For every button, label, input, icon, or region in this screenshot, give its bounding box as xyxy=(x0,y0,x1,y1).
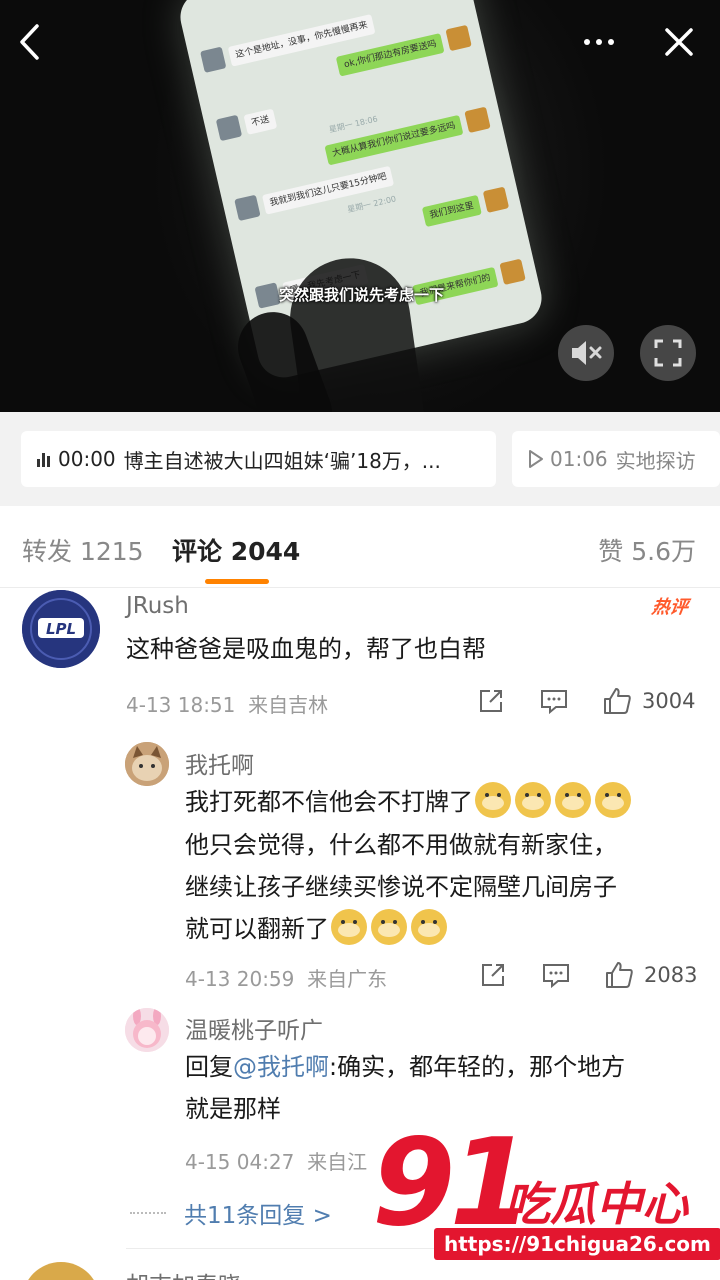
chapter-time: 01:06 xyxy=(550,447,608,471)
back-button[interactable] xyxy=(10,18,50,66)
comment-text: 他只会觉得，什么都不用做就有新家住， xyxy=(185,831,617,859)
chapter-chip-current[interactable]: 00:00 博主自述被大山四姐妹‘骗’18万，... xyxy=(21,431,496,487)
comment-time: 4-15 04:27 xyxy=(185,1150,295,1174)
more-dot xyxy=(596,39,602,45)
back-arrow-icon xyxy=(20,24,39,60)
chapter-title: 博主自述被大山四姐妹‘骗’18万，... xyxy=(123,448,441,473)
comment-text: 我打死都不信他会不打牌了 xyxy=(185,788,473,816)
comment-text: 这种爸爸是吸血鬼的，帮了也白帮 xyxy=(126,635,486,663)
comment-source: 来自江 xyxy=(307,1150,368,1174)
avatar[interactable] xyxy=(125,1008,169,1052)
avatar[interactable]: LPL xyxy=(22,590,100,668)
video-chapter-strip: 00:00 博主自述被大山四姐妹‘骗’18万，... 01:06 实地探访 xyxy=(0,412,720,506)
comment-text-line: 回复@我托啊:确实，都年轻的，那个地方 xyxy=(185,1046,625,1088)
video-subtitle: 突然跟我们说先考虑一下 xyxy=(278,286,444,304)
close-button[interactable] xyxy=(656,18,702,66)
comment-text-line: 我打死都不信他会不打牌了 xyxy=(185,781,633,823)
avatar[interactable] xyxy=(125,742,169,786)
fullscreen-icon xyxy=(654,339,682,367)
tab-repost[interactable]: 转发 1215 xyxy=(22,532,144,568)
chapter-title: 实地探访 xyxy=(615,448,696,473)
chapter-chip-next[interactable]: 01:06 实地探访 xyxy=(512,431,720,487)
mute-button[interactable] xyxy=(558,325,614,381)
doge-emoji-icon xyxy=(515,782,551,818)
doge-emoji-icon xyxy=(331,909,367,945)
comment-meta: 4-13 18:51 来自吉林 xyxy=(126,689,328,718)
more-dot xyxy=(608,39,614,45)
doge-emoji-icon xyxy=(595,782,631,818)
reply-button[interactable] xyxy=(542,962,570,988)
like-count: 2083 xyxy=(644,963,698,987)
tab-like[interactable]: 赞 5.6万 xyxy=(598,532,696,568)
comment-source: 来自广东 xyxy=(307,967,388,991)
avatar[interactable] xyxy=(22,1262,100,1280)
lpl-logo-avatar-icon: LPL xyxy=(22,590,100,668)
doge-emoji-icon xyxy=(411,909,447,945)
comment-icon xyxy=(541,690,567,714)
commenter-name[interactable]: 胡吉加春晓 xyxy=(126,1266,241,1280)
reply-button[interactable] xyxy=(540,688,568,714)
svg-text:LPL: LPL xyxy=(46,620,76,638)
tab-comment[interactable]: 评论 2044 xyxy=(172,532,300,568)
comment-text: 就是那样 xyxy=(185,1095,281,1123)
share-icon xyxy=(482,964,504,986)
comment-source: 来自吉林 xyxy=(248,693,329,717)
tab-active-indicator xyxy=(205,579,269,584)
interaction-tabs: 转发 1215 评论 2044 赞 5.6万 xyxy=(0,506,720,588)
fullscreen-button[interactable] xyxy=(640,325,696,381)
dotted-divider xyxy=(130,1212,166,1214)
watermark-brand: 吃瓜中心 xyxy=(504,1177,688,1231)
comment-text: 继续让孩子继续买惨说不定隔壁几间房子 xyxy=(185,873,617,901)
comment-text: 就可以翻新了 xyxy=(185,915,329,943)
more-replies-label: 共11条回复 > xyxy=(184,1203,332,1229)
close-icon xyxy=(665,28,693,56)
video-player[interactable]: 这个是地址，没事，你先慢慢再来 ok,你们那边有房要送吗 不送 星期一 18:0… xyxy=(0,0,720,412)
comment-time: 4-13 18:51 xyxy=(126,693,236,717)
hot-comment-badge: 热评 xyxy=(650,597,690,618)
comment-text-line: 就可以翻新了 xyxy=(185,908,449,950)
comment-meta: 4-13 20:59 来自广东 xyxy=(185,963,387,992)
anime-girl-avatar-icon xyxy=(125,1008,169,1052)
commenter-name[interactable]: JRush xyxy=(126,593,189,619)
comment-meta: 4-15 04:27 来自江 xyxy=(185,1146,367,1175)
commenter-name[interactable]: 我托啊 xyxy=(185,746,254,780)
doge-emoji-icon xyxy=(555,782,591,818)
comment-text: :确实，都年轻的，那个地方 xyxy=(329,1053,626,1081)
watermark-url: https://91chigua26.com xyxy=(434,1228,720,1260)
play-icon xyxy=(529,450,543,468)
watermark-logo: 91 吃瓜中心 https://91chigua26.com xyxy=(372,1124,720,1274)
cat-avatar-icon xyxy=(125,742,169,786)
doge-emoji-icon xyxy=(475,782,511,818)
share-button[interactable] xyxy=(480,962,506,988)
comment-time: 4-13 20:59 xyxy=(185,967,295,991)
share-button[interactable] xyxy=(478,688,504,714)
like-button[interactable]: 2083 xyxy=(604,960,697,990)
like-count: 3004 xyxy=(642,689,696,713)
reply-prefix: 回复 xyxy=(185,1053,233,1081)
comment-icon xyxy=(543,964,569,988)
mention-link[interactable]: @我托啊 xyxy=(233,1053,329,1081)
audio-bars-icon xyxy=(37,451,52,467)
like-button[interactable]: 3004 xyxy=(602,686,695,716)
more-options-button[interactable] xyxy=(574,18,624,66)
chapter-time: 00:00 xyxy=(58,447,116,471)
more-dots-icon xyxy=(584,39,590,45)
doge-emoji-icon xyxy=(371,909,407,945)
thumbs-up-icon xyxy=(604,688,631,714)
commenter-name[interactable]: 温暖桃子听广 xyxy=(185,1011,323,1045)
thumbs-up-icon xyxy=(606,962,633,988)
share-icon xyxy=(480,690,502,712)
speaker-muted-icon xyxy=(572,341,602,365)
more-replies-link[interactable]: 共11条回复 > xyxy=(130,1196,332,1230)
